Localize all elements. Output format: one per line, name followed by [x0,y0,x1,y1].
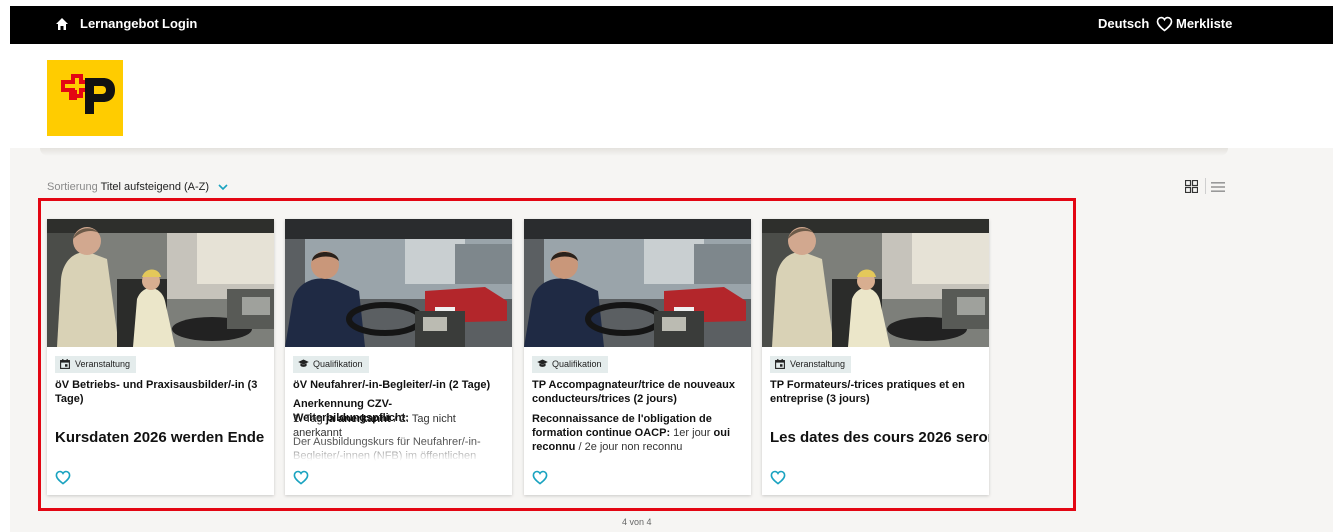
course-title[interactable]: TP Accompagnateur/trice de nouveaux cond… [532,378,744,406]
sort-value[interactable]: Titel aufsteigend (A-Z) [101,181,209,193]
course-card[interactable]: Veranstaltung TP Formateurs/-trices prat… [762,219,989,495]
course-card[interactable]: Veranstaltung öV Betriebs- und Praxisaus… [47,219,274,495]
sort-control[interactable]: Sortierung Titel aufsteigend (A-Z) [47,181,228,193]
pagination-count: 4 von 4 [622,517,652,527]
language-selector[interactable]: Deutsch [1098,16,1149,31]
heart-icon[interactable] [1156,16,1173,32]
recognition-detail: Reconnaissance de l'obligation de format… [532,413,731,453]
course-notice: Kursdaten 2026 werden Ende [55,429,265,446]
graduation-cap-icon [298,359,309,367]
badge-label: Veranstaltung [790,359,846,369]
category-badge: Qualifikation [293,356,369,373]
nav-watchlist-link[interactable]: Merkliste [1176,16,1232,31]
top-navigation-bar: Lernangebot Login Deutsch Merkliste [10,6,1333,44]
course-photo-bus-driver [762,219,989,347]
category-badge: Qualifikation [532,356,608,373]
heart-icon[interactable] [532,470,548,485]
chevron-down-icon[interactable] [218,184,228,191]
die-post-logo[interactable] [47,60,123,136]
course-photo-bus-driver [47,219,274,347]
course-notice: Les dates des cours 2026 seront [770,429,989,446]
calendar-icon [775,359,785,369]
divider [40,148,1228,156]
course-title[interactable]: öV Betriebs- und Praxisausbilder/-in (3 … [55,378,267,406]
course-title[interactable]: TP Formateurs/-trices pratiques et en en… [770,378,982,406]
heart-icon[interactable] [770,470,786,485]
view-toggle-separator [1205,178,1206,194]
category-badge: Veranstaltung [55,356,137,373]
category-badge: Veranstaltung [770,356,852,373]
course-list-area: Sortierung Titel aufsteigend (A-Z) Veran… [10,148,1333,532]
graduation-cap-icon [537,359,548,367]
badge-label: Qualifikation [552,359,602,369]
badge-label: Veranstaltung [75,359,131,369]
heart-icon[interactable] [293,470,309,485]
post-logo-icon [61,74,115,114]
home-icon[interactable] [55,17,69,31]
grid-view-icon[interactable] [1185,180,1198,193]
nav-learning-offer-link[interactable]: Lernangebot [80,16,159,31]
sort-label: Sortierung [47,181,98,193]
calendar-icon [60,359,70,369]
course-photo-driver-street [285,219,512,347]
heart-icon[interactable] [55,470,71,485]
badge-label: Qualifikation [313,359,363,369]
nav-login-link[interactable]: Login [162,16,197,31]
course-card[interactable]: Qualifikation TP Accompagnateur/trice de… [524,219,751,495]
course-photo-driver-street [524,219,751,347]
course-title[interactable]: öV Neufahrer/-in-Begleiter/-in (2 Tage) [293,378,505,392]
list-view-icon[interactable] [1211,181,1225,193]
course-description: Der Ausbildungskurs für Neufahrer/-in-Be… [293,435,507,461]
course-card[interactable]: Qualifikation öV Neufahrer/-in-Begleiter… [285,219,512,495]
